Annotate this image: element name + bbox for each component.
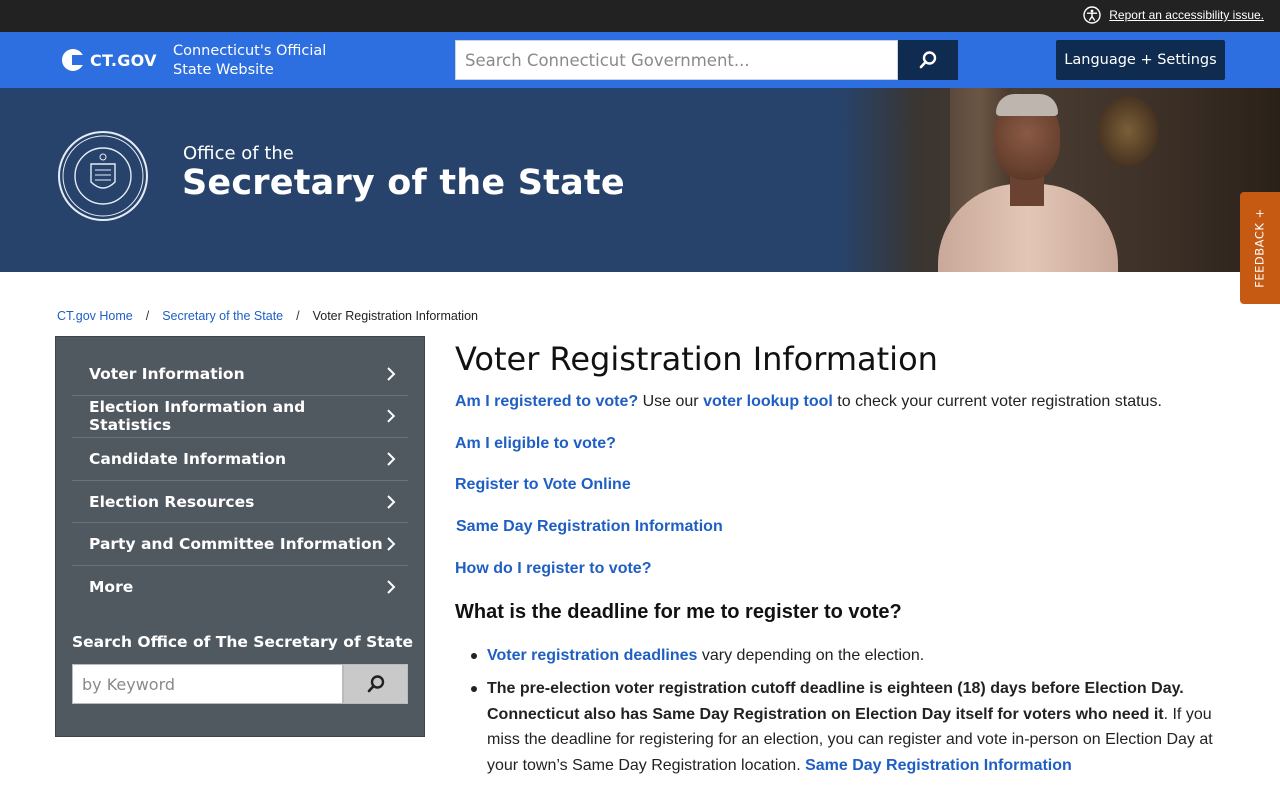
sidebar-search-title: Search Office of The Secretary of State (72, 633, 414, 651)
sidebar-item-election-resources[interactable]: Election Resources (72, 481, 408, 524)
breadcrumb-separator: / (145, 309, 150, 323)
feedback-tab[interactable]: FEEDBACK + (1240, 192, 1280, 304)
same-day-registration-info-link[interactable]: Same Day Registration Information (805, 757, 1072, 774)
how-do-i-register-link[interactable]: How do I register to vote? (455, 560, 651, 577)
search-icon (367, 675, 384, 693)
how-to-register-paragraph: How do I register to vote? (455, 560, 651, 578)
paragraph-text: Use our (638, 393, 704, 410)
sidebar-nav: Voter Information Election Information a… (55, 336, 425, 737)
search-icon (919, 51, 937, 69)
paragraph-text: to check your current voter registration… (832, 393, 1162, 410)
ct-search-button[interactable] (898, 40, 958, 80)
accessibility-report[interactable]: Report an accessibility issue. (1083, 6, 1264, 24)
ct-gov-header: CT.GOV Connecticut's Official State Webs… (0, 32, 1280, 88)
sidebar-item-label: Candidate Information (89, 449, 287, 468)
sidebar-item-candidate-information[interactable]: Candidate Information (72, 438, 408, 481)
deadline-list: Voter registration deadlines vary depend… (471, 643, 1227, 786)
am-i-eligible-link[interactable]: Am I eligible to vote? (455, 435, 616, 452)
office-of-label: Office of the (183, 143, 294, 164)
utility-bar: Report an accessibility issue. (0, 0, 1280, 32)
breadcrumb-separator: / (296, 309, 300, 323)
ct-tagline: Connecticut's Official State Website (173, 42, 353, 80)
ct-tagline-line1: Connecticut's Official (173, 43, 327, 59)
list-item: The pre-election voter registration cuto… (471, 676, 1227, 779)
am-i-registered-link[interactable]: Am I registered to vote? (455, 393, 638, 410)
sidebar-item-label: Election Resources (89, 492, 255, 511)
sidebar-item-label: Party and Committee Information (89, 535, 383, 554)
breadcrumb: CT.gov Home / Secretary of the State / V… (57, 309, 478, 323)
breadcrumb-home[interactable]: CT.gov Home (57, 309, 133, 323)
sidebar-item-label: Election Information and Statistics (89, 398, 306, 435)
list-item: Voter registration deadlines vary depend… (471, 643, 1227, 669)
ct-search-input[interactable] (455, 40, 898, 80)
eligibility-paragraph: Am I eligible to vote? (455, 435, 616, 453)
feedback-label: FEEDBACK + (1253, 208, 1268, 288)
accessibility-icon (1083, 6, 1101, 24)
same-day-registration-link[interactable]: Same Day Registration Information (456, 518, 723, 535)
secretary-photo (840, 88, 1280, 272)
language-settings-button[interactable]: Language + Settings (1056, 40, 1225, 80)
sidebar-menu: Voter Information Election Information a… (72, 353, 408, 609)
sidebar-item-election-information[interactable]: Election Information and Statistics (72, 396, 408, 439)
agency-title[interactable]: Secretary of the State (182, 163, 625, 203)
sidebar-item-voter-information[interactable]: Voter Information (72, 353, 408, 396)
ct-logo-icon (62, 49, 84, 71)
voter-lookup-tool-link[interactable]: voter lookup tool (703, 393, 833, 410)
sidebar-item-more[interactable]: More (72, 566, 408, 609)
agency-hero-banner: Office of the Secretary of the State (0, 88, 1280, 272)
chevron-right-icon (387, 537, 396, 551)
register-online-paragraph: Register to Vote Online (455, 476, 631, 494)
breadcrumb-section[interactable]: Secretary of the State (162, 309, 283, 323)
chevron-right-icon (387, 580, 396, 594)
accessibility-report-link[interactable]: Report an accessibility issue. (1109, 8, 1264, 22)
list-item-text: vary depending on the election. (697, 647, 925, 664)
state-seal-icon (58, 131, 148, 221)
ct-logo-text: CT.GOV (90, 50, 157, 70)
register-to-vote-online-link[interactable]: Register to Vote Online (455, 476, 631, 493)
sidebar-search-button[interactable] (343, 664, 408, 704)
deadline-heading: What is the deadline for me to register … (455, 601, 902, 623)
chevron-right-icon (387, 409, 396, 423)
ct-gov-logo[interactable]: CT.GOV (62, 49, 157, 71)
registration-status-paragraph: Am I registered to vote? Use our voter l… (455, 393, 1162, 411)
chevron-right-icon (387, 494, 396, 509)
sidebar-item-party-committee[interactable]: Party and Committee Information (72, 523, 408, 566)
voter-registration-deadlines-link[interactable]: Voter registration deadlines (487, 647, 697, 664)
breadcrumb-current: Voter Registration Information (312, 309, 478, 323)
list-item-bold-text: The pre-election voter registration cuto… (487, 679, 1184, 723)
chevron-right-icon (387, 367, 396, 381)
chevron-right-icon (387, 452, 396, 466)
sidebar-search-input[interactable] (72, 664, 343, 704)
sidebar-item-label: Voter Information (89, 364, 245, 383)
same-day-paragraph: Same Day Registration Information (456, 518, 723, 536)
page-title: Voter Registration Information (455, 340, 938, 378)
sidebar-item-label: More (89, 578, 134, 597)
ct-tagline-line2: State Website (173, 62, 274, 78)
